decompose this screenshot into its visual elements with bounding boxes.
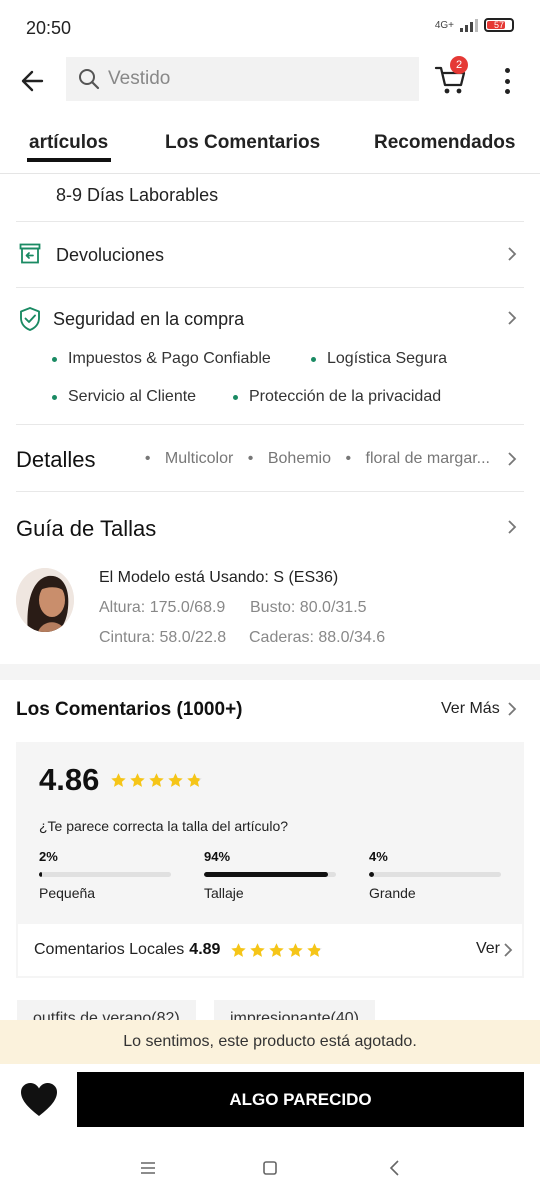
search-input[interactable] <box>108 68 388 90</box>
system-nav-bar <box>0 1144 540 1200</box>
review-tag-chip[interactable]: outfits de verano(82) <box>17 1000 196 1020</box>
chevron-right-icon[interactable] <box>506 451 518 467</box>
network-type: 4G+ <box>434 19 454 31</box>
returns-row[interactable]: Devoluciones <box>16 222 524 287</box>
star-icon <box>231 942 247 957</box>
star-icon <box>187 773 202 787</box>
returns-label: Devoluciones <box>56 245 165 265</box>
fit-large-bar <box>369 872 375 877</box>
active-tab-indicator <box>27 158 111 162</box>
security-item: Servicio al Cliente <box>52 388 196 406</box>
fit-small-label: Pequeña <box>39 885 96 901</box>
model-avatar <box>16 568 74 632</box>
local-reviews-view[interactable]: Ver <box>476 940 500 958</box>
security-item: Logística Segura <box>311 350 447 368</box>
local-rating-stars <box>230 942 323 959</box>
details-tag: • Bohemio <box>247 450 331 467</box>
fit-small-percent: 2% <box>39 849 58 864</box>
battery-level: 57 <box>493 20 504 30</box>
fit-true: 94% Tallaje <box>204 849 336 901</box>
top-bar: 2 <box>0 56 540 106</box>
model-hips: Caderas: 88.0/34.6 <box>249 629 386 646</box>
delivery-time: 8-9 Días Laborables <box>56 185 219 205</box>
fit-true-bar <box>204 872 329 877</box>
fit-question: ¿Te parece correcta la talla del artícul… <box>39 818 289 834</box>
star-icon <box>149 773 164 787</box>
star-icon <box>307 942 323 957</box>
star-icon <box>111 773 126 787</box>
fit-true-label: Tallaje <box>204 885 244 901</box>
local-reviews-row[interactable]: Comentarios Locales 4.89 Ver <box>18 924 522 976</box>
reviews-see-more[interactable]: Ver Más <box>441 700 500 718</box>
fit-large-percent: 4% <box>369 849 388 864</box>
size-guide-title[interactable]: Guía de Tallas <box>16 516 156 542</box>
fit-large-label: Grande <box>369 885 416 901</box>
fit-large: 4% Grande <box>369 849 501 901</box>
model-bust: Busto: 80.0/31.5 <box>250 599 367 616</box>
similar-items-button[interactable]: ALGO PARECIDO <box>77 1072 524 1127</box>
tab-recomendados[interactable]: Recomendados <box>374 132 515 154</box>
star-icon <box>288 942 304 957</box>
model-height: Altura: 175.0/68.9 <box>99 599 226 616</box>
review-tag-chip[interactable]: impresionante(40) <box>214 1000 375 1020</box>
sold-out-banner: Lo sentimos, este producto está agotado. <box>0 1020 540 1064</box>
search-icon <box>79 69 100 90</box>
divider <box>16 424 524 425</box>
star-icon <box>130 773 145 787</box>
sold-out-message: Lo sentimos, este producto está agotado. <box>123 1033 417 1050</box>
local-reviews-rating: 4.89 <box>189 941 221 958</box>
cart-count-badge: 2 <box>450 56 468 74</box>
fit-small-bar <box>39 872 42 877</box>
heart-icon[interactable] <box>20 1082 58 1118</box>
chevron-right-icon[interactable] <box>506 519 518 535</box>
security-section[interactable]: Seguridad en la compra Impuestos & Pago … <box>16 288 524 424</box>
rating-summary-card: 4.86 ¿Te parece correcta la talla del ar… <box>16 742 524 978</box>
details-tag: • floral de margar... <box>345 450 490 467</box>
home-icon[interactable] <box>260 1158 280 1178</box>
status-bar: 20:50 4G+ 57 <box>0 0 540 56</box>
reviews-title: Los Comentarios (1000+) <box>16 699 243 720</box>
rating-stars <box>110 772 203 789</box>
status-time: 20:50 <box>26 17 72 38</box>
security-label: Seguridad en la compra <box>53 309 245 329</box>
model-portrait-icon <box>16 568 74 632</box>
search-box[interactable] <box>66 57 419 101</box>
details-tag: • Multicolor <box>144 450 234 467</box>
security-item: Impuestos & Pago Confiable <box>52 350 271 368</box>
model-size: El Modelo está Usando: S (ES36) <box>99 569 339 586</box>
signal-icon <box>460 18 478 32</box>
tab-comentarios[interactable]: Los Comentarios <box>165 132 320 154</box>
more-options-icon[interactable] <box>497 66 517 96</box>
chevron-right-icon <box>508 247 517 261</box>
star-icon <box>269 942 285 957</box>
chevron-right-icon <box>508 311 517 325</box>
shield-check-icon <box>20 307 40 331</box>
product-detail-content[interactable]: 8-9 Días Laborables Devoluciones Segurid… <box>0 174 540 1020</box>
model-waist: Cintura: 58.0/22.8 <box>99 629 227 646</box>
fit-small: 2% Pequeña <box>39 849 171 901</box>
details-tags: • Multicolor • Bohemio • floral de marga… <box>135 450 490 468</box>
divider <box>16 491 524 492</box>
details-title[interactable]: Detalles <box>16 447 95 473</box>
back-icon[interactable] <box>385 1158 405 1178</box>
chevron-right-icon <box>504 943 513 957</box>
average-rating: 4.86 <box>39 762 100 797</box>
chevron-right-icon[interactable] <box>506 701 518 717</box>
star-icon <box>168 773 183 787</box>
product-tabs: artículos Los Comentarios Recomendados <box>0 118 540 174</box>
bottom-action-bar: ALGO PARECIDO <box>0 1064 540 1144</box>
returns-box-icon <box>19 243 41 264</box>
menu-icon[interactable] <box>138 1158 158 1178</box>
fit-true-percent: 94% <box>204 849 231 864</box>
security-item: Protección de la privacidad <box>233 388 441 406</box>
back-arrow-icon[interactable] <box>18 66 48 96</box>
tab-articulos[interactable]: artículos <box>29 132 108 154</box>
status-icons: 4G+ 57 <box>435 18 514 32</box>
local-reviews-label: Comentarios Locales <box>34 941 185 958</box>
battery-icon: 57 <box>484 18 514 32</box>
section-separator <box>0 664 540 680</box>
star-icon <box>250 942 266 957</box>
